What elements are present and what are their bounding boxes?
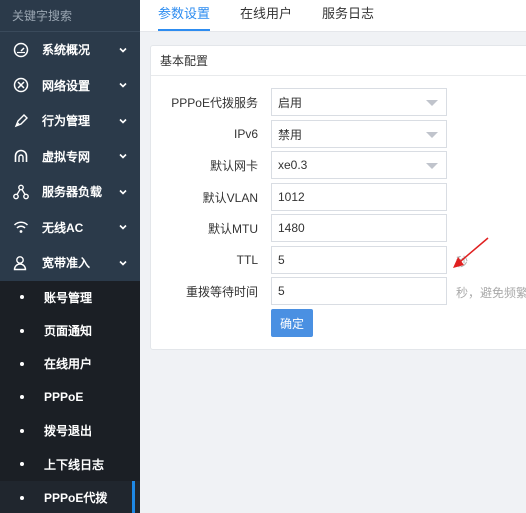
sidebar-item-network[interactable]: 网络设置 bbox=[0, 68, 140, 104]
sidebar-item-broadband-access[interactable]: 宽带准入 bbox=[0, 245, 140, 281]
bullet-icon bbox=[20, 462, 24, 467]
field-hint: 秒，避免频繁拨 bbox=[456, 286, 526, 300]
basic-config-panel: 基本配置 PPPoE代拨服务 启用 IPv6 禁用 默认网卡 xe0.3 默认V… bbox=[150, 45, 526, 350]
field-row-default-nic: 默认网卡 xe0.3 bbox=[151, 151, 447, 179]
sidebar-item-behavior[interactable]: 行为管理 bbox=[0, 103, 140, 139]
bullet-icon bbox=[20, 295, 24, 300]
ipv6-select[interactable]: 禁用 bbox=[271, 120, 447, 148]
chevron-down-icon bbox=[118, 80, 128, 90]
server-load-icon bbox=[12, 183, 30, 201]
field-hint: 秒 bbox=[456, 255, 469, 269]
bullet-icon bbox=[20, 395, 24, 400]
submenu-item-label: 页面通知 bbox=[44, 324, 93, 339]
submenu-item-label: 在线用户 bbox=[44, 357, 93, 372]
submenu-item-label: 拨号退出 bbox=[44, 424, 93, 439]
search-input[interactable] bbox=[12, 8, 140, 23]
tab-bar: 参数设置 在线用户 服务日志 bbox=[140, 0, 526, 32]
select-value: xe0.3 bbox=[278, 158, 308, 172]
search-bar bbox=[0, 0, 140, 32]
submenu-item-label: PPPoE bbox=[44, 390, 84, 405]
wifi-icon bbox=[12, 218, 30, 236]
field-row-default-vlan: 默认VLAN 1012 bbox=[151, 183, 447, 211]
sidebar: 系统概况 网络设置 行为管理 虚拟专网 服务器负载 无线AC bbox=[0, 0, 140, 513]
submenu-item-pppoe-proxy-dial[interactable]: PPPoE代拨 bbox=[0, 480, 140, 513]
main-content: 参数设置 在线用户 服务日志 基本配置 PPPoE代拨服务 启用 IPv6 禁用… bbox=[140, 0, 526, 513]
submenu-item-page-notice[interactable]: 页面通知 bbox=[0, 314, 140, 347]
field-label: PPPoE代拨服务 bbox=[171, 95, 258, 110]
field-row-pppoe-proxy-service: PPPoE代拨服务 启用 bbox=[151, 88, 447, 116]
select-value: 禁用 bbox=[278, 127, 303, 142]
chevron-down-icon bbox=[118, 222, 128, 232]
sidebar-item-label: 服务器负载 bbox=[42, 185, 103, 200]
default-mtu-input[interactable]: 1480 bbox=[271, 214, 447, 242]
field-label: IPv6 bbox=[233, 127, 258, 141]
bullet-icon bbox=[20, 328, 24, 333]
sidebar-item-label: 虚拟专网 bbox=[42, 149, 91, 164]
tab-service-log[interactable]: 服务日志 bbox=[322, 3, 374, 31]
redial-wait-input[interactable]: 5 bbox=[271, 277, 447, 305]
sidebar-item-overview[interactable]: 系统概况 bbox=[0, 32, 140, 68]
sidebar-item-vpn[interactable]: 虚拟专网 bbox=[0, 139, 140, 175]
default-nic-select[interactable]: xe0.3 bbox=[271, 151, 447, 179]
dropdown-caret-icon bbox=[426, 163, 438, 169]
sidebar-item-wireless-ac[interactable]: 无线AC bbox=[0, 210, 140, 246]
chevron-down-icon bbox=[118, 116, 128, 126]
field-row-default-mtu: 默认MTU 1480 bbox=[151, 214, 447, 242]
bullet-icon bbox=[20, 428, 24, 433]
field-label: 默认MTU bbox=[208, 221, 258, 236]
chevron-down-icon bbox=[118, 151, 128, 161]
dashboard-icon bbox=[12, 41, 30, 59]
behavior-icon bbox=[12, 112, 30, 130]
submenu-item-label: 账号管理 bbox=[44, 290, 93, 305]
field-label: 重拨等待时间 bbox=[185, 284, 258, 299]
field-label: 默认VLAN bbox=[202, 190, 258, 205]
chevron-down-icon bbox=[118, 45, 128, 55]
field-label: 默认网卡 bbox=[209, 158, 258, 173]
submenu-item-dial-exit[interactable]: 拨号退出 bbox=[0, 414, 140, 447]
submenu-item-pppoe[interactable]: PPPoE bbox=[0, 381, 140, 414]
panel-title: 基本配置 bbox=[151, 46, 526, 76]
bullet-icon bbox=[20, 361, 24, 366]
submenu-item-online-users[interactable]: 在线用户 bbox=[0, 347, 140, 380]
submenu-item-account-management[interactable]: 账号管理 bbox=[0, 281, 140, 314]
dropdown-caret-icon bbox=[426, 132, 438, 138]
field-row-ipv6: IPv6 禁用 bbox=[151, 120, 447, 148]
pppoe-proxy-service-select[interactable]: 启用 bbox=[271, 88, 447, 116]
tab-parameter-settings[interactable]: 参数设置 bbox=[158, 3, 211, 31]
chevron-down-icon bbox=[118, 258, 128, 268]
sidebar-item-label: 网络设置 bbox=[42, 78, 91, 93]
confirm-button[interactable]: 确定 bbox=[271, 309, 313, 337]
field-label: TTL bbox=[236, 253, 258, 267]
broadband-submenu: 账号管理 页面通知 在线用户 PPPoE 拨号退出 上下线日志 PPPoE代拨 bbox=[0, 280, 140, 513]
sidebar-item-label: 宽带准入 bbox=[42, 256, 91, 271]
tab-online-users[interactable]: 在线用户 bbox=[240, 3, 292, 31]
sidebar-item-server-load[interactable]: 服务器负载 bbox=[0, 174, 140, 210]
chevron-down-icon bbox=[118, 187, 128, 197]
user-icon bbox=[12, 254, 30, 272]
sidebar-item-label: 行为管理 bbox=[42, 114, 91, 129]
bullet-icon bbox=[20, 495, 24, 500]
submenu-item-label: PPPoE代拨 bbox=[44, 491, 108, 506]
submenu-item-online-offline-log[interactable]: 上下线日志 bbox=[0, 447, 140, 480]
sidebar-item-label: 无线AC bbox=[42, 220, 84, 235]
dropdown-caret-icon bbox=[426, 100, 438, 106]
field-row-redial-wait: 重拨等待时间 5 秒，避免频繁拨 bbox=[151, 277, 526, 305]
submenu-item-label: 上下线日志 bbox=[44, 457, 105, 472]
select-value: 启用 bbox=[278, 95, 303, 110]
field-row-ttl: TTL 5 秒 bbox=[151, 246, 468, 274]
sidebar-item-label: 系统概况 bbox=[42, 43, 91, 58]
network-icon bbox=[12, 76, 30, 94]
default-vlan-input[interactable]: 1012 bbox=[271, 183, 447, 211]
vpn-icon bbox=[12, 147, 30, 165]
ttl-input[interactable]: 5 bbox=[271, 246, 447, 274]
